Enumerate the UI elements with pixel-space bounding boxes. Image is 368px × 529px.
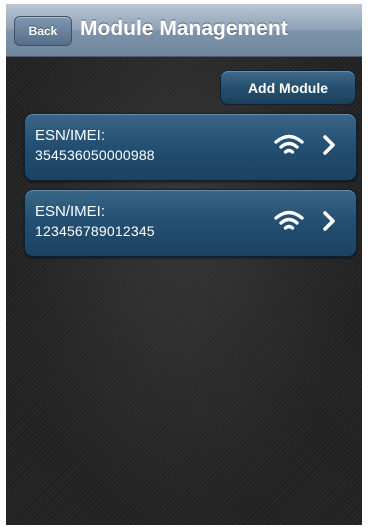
module-item[interactable]: ESN/IMEI: 123456789012345 [24, 189, 357, 257]
module-id-value: 354536050000988 [35, 147, 155, 163]
chevron-right-icon[interactable] [322, 134, 336, 156]
navigation-bar: Back Module Management [6, 4, 362, 57]
module-list-area: Add Module ESN/IMEI: 354536050000988 ESN… [6, 57, 362, 525]
add-module-button[interactable]: Add Module [220, 70, 356, 105]
page-title: Module Management [80, 17, 288, 40]
back-button[interactable]: Back [14, 16, 72, 46]
module-id-label: ESN/IMEI: [35, 127, 106, 144]
wifi-icon [274, 134, 304, 154]
wifi-icon [274, 210, 304, 230]
module-item[interactable]: ESN/IMEI: 354536050000988 [24, 113, 357, 181]
module-id-label: ESN/IMEI: [35, 203, 106, 220]
app-screen: Back Module Management Add Module ESN/IM… [6, 4, 362, 525]
module-id-value: 123456789012345 [35, 223, 155, 239]
chevron-right-icon[interactable] [322, 210, 336, 232]
